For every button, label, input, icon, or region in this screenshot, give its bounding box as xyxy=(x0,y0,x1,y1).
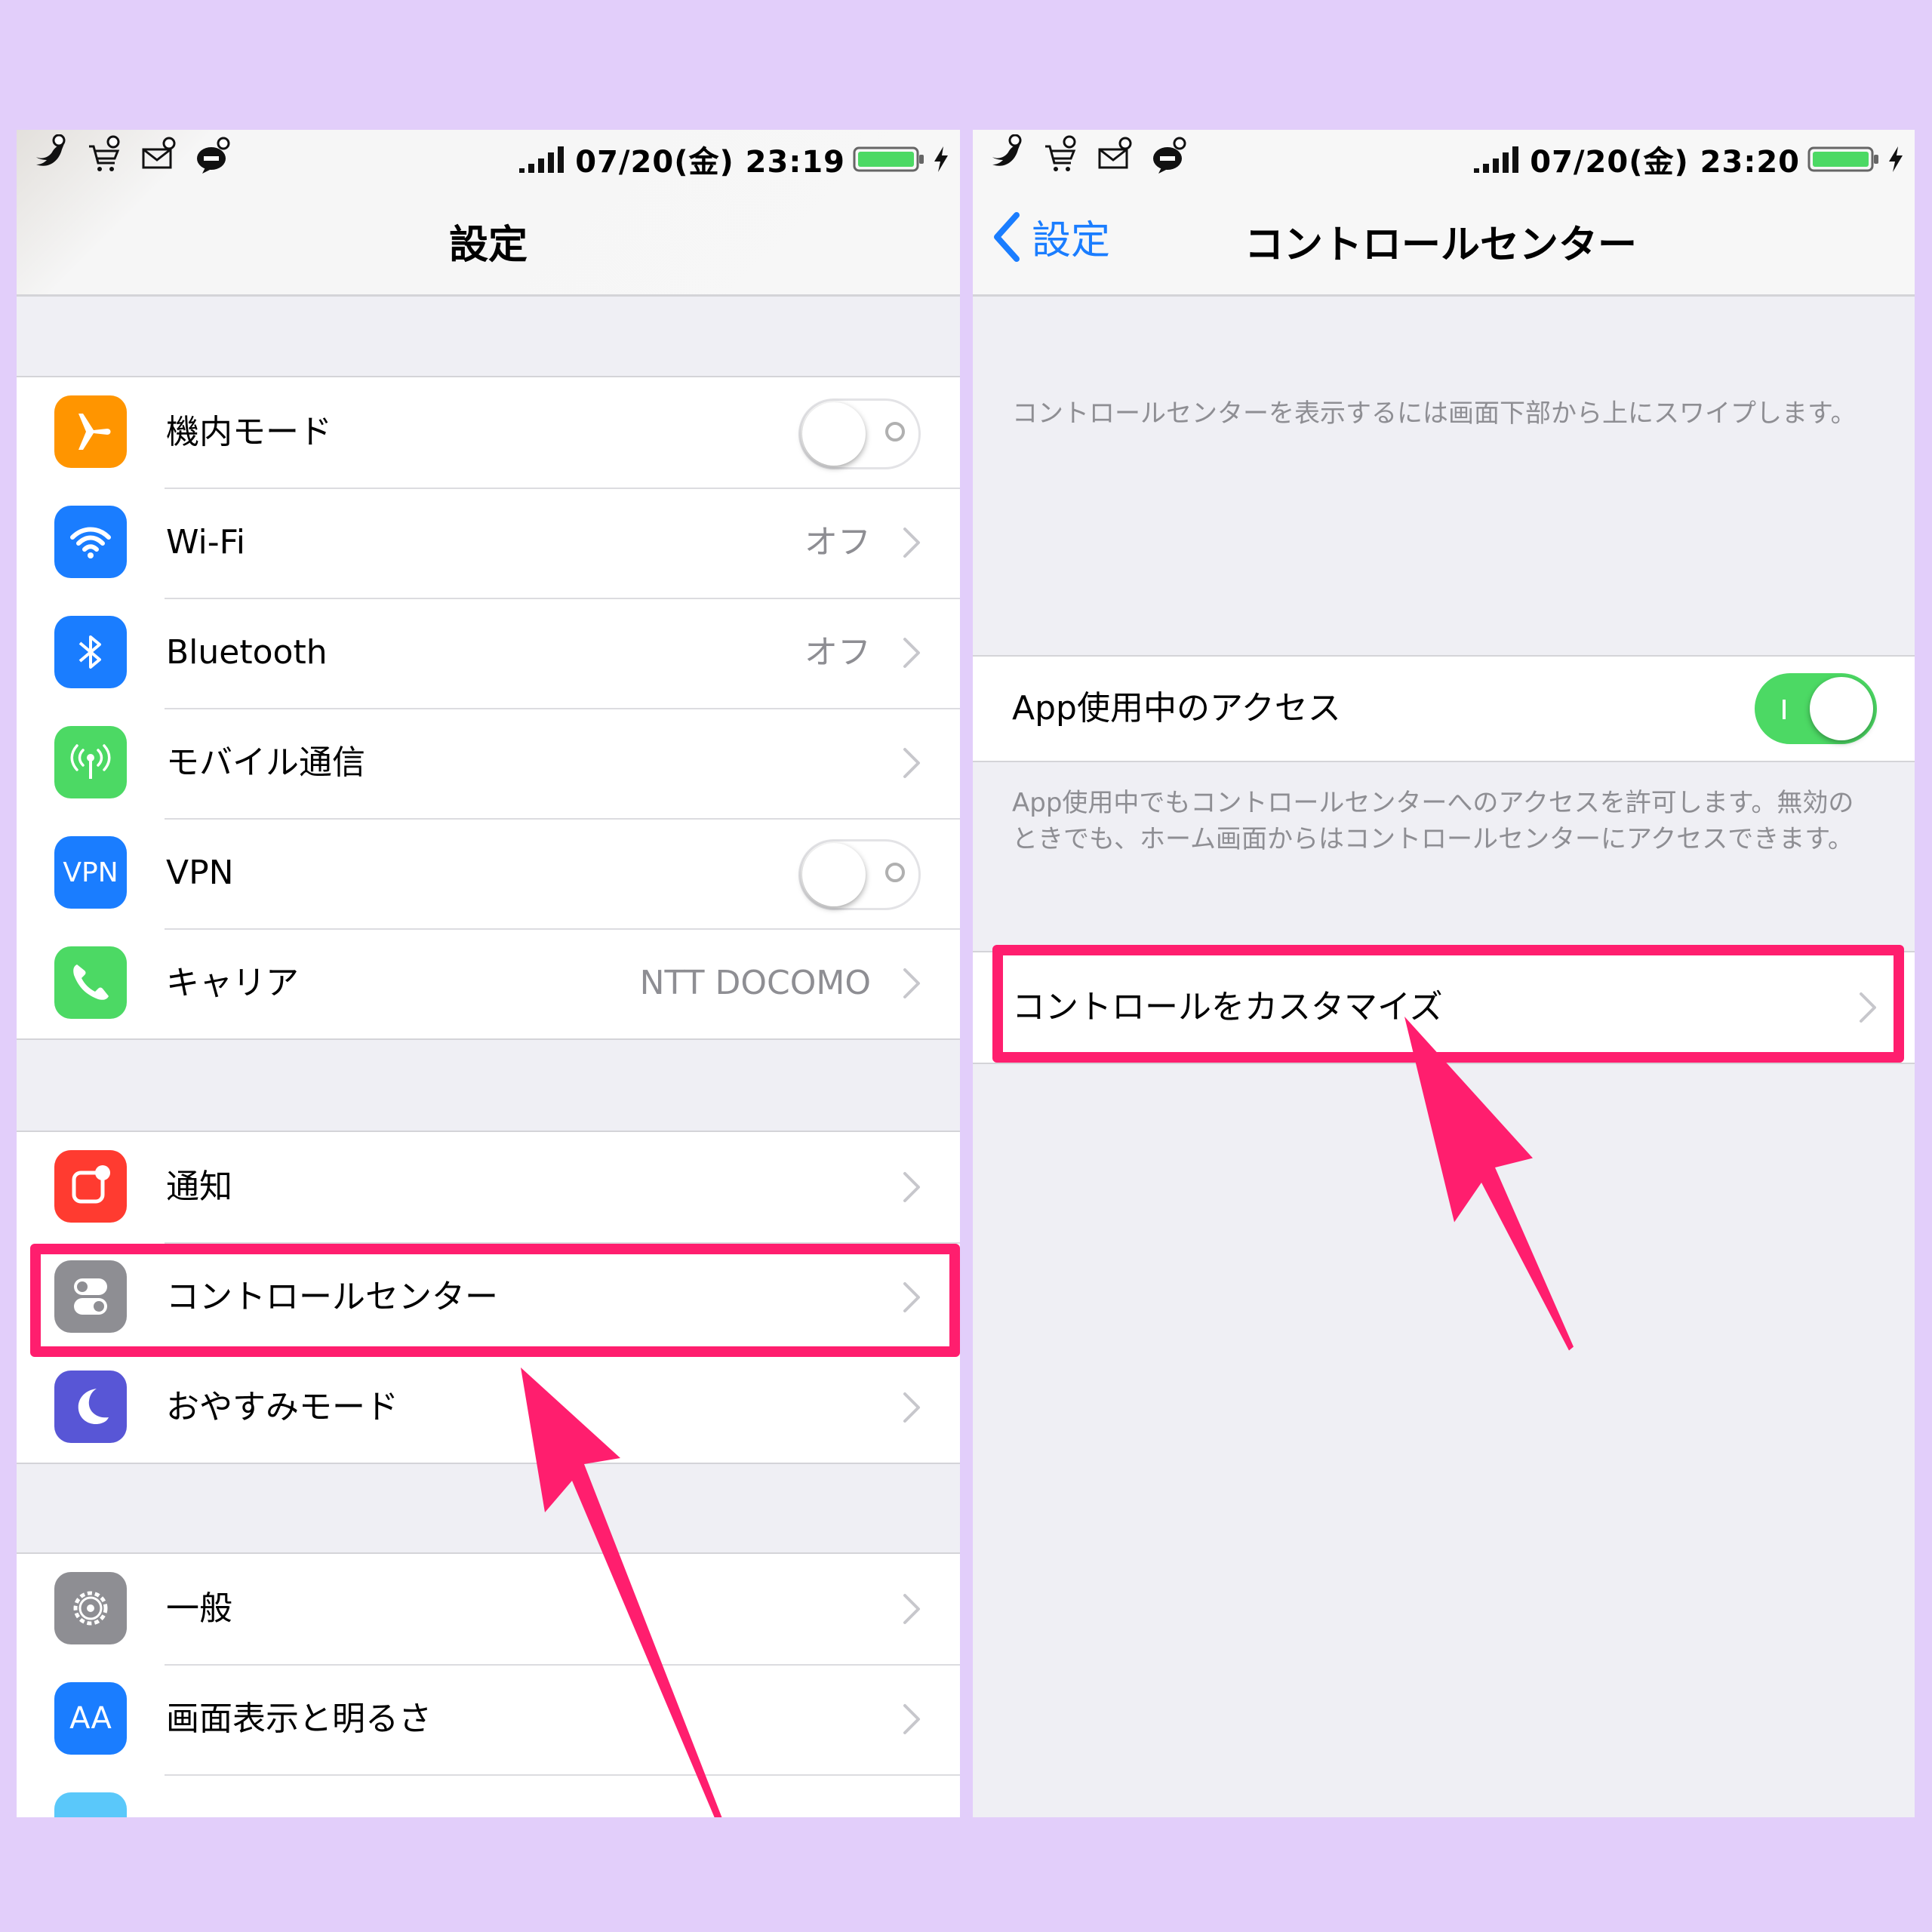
charging-icon xyxy=(1889,146,1903,172)
row-label: モバイル通信 xyxy=(166,743,365,782)
row-label: Wi-Fi xyxy=(166,523,245,561)
status-bar: 07/20(金) 23:20 xyxy=(973,130,1915,183)
cart-icon xyxy=(89,135,120,171)
twitter-icon xyxy=(36,134,66,166)
signal-icon xyxy=(1474,146,1519,173)
row-label: おやすみモード xyxy=(166,1388,398,1426)
chevron-right-icon xyxy=(903,637,921,669)
row-detail: オフ xyxy=(804,523,871,561)
row-label: キャリア xyxy=(166,964,299,1002)
clock: 07/20(金) 23:19 xyxy=(575,145,845,180)
battery-icon xyxy=(853,146,924,172)
page-title: コントロールセンター xyxy=(1244,223,1638,268)
chevron-right-icon xyxy=(903,1392,921,1423)
row-bluetooth[interactable]: Bluetooth オフ xyxy=(17,598,960,708)
row-wifi[interactable]: Wi-Fi オフ xyxy=(17,488,960,598)
row-notifications[interactable]: 通知 xyxy=(17,1132,960,1242)
status-bar: 07/20(金) 23:19 xyxy=(17,130,960,183)
row-vpn[interactable]: VPN VPN xyxy=(17,818,960,928)
back-label: 設定 xyxy=(1032,218,1111,263)
settings-group-connectivity: 機内モード Wi-Fi オフ Bluetooth オフ モバイル通信 VPN V… xyxy=(17,376,960,1040)
antenna-icon xyxy=(54,726,127,798)
phone-icon xyxy=(54,946,127,1019)
line-icon xyxy=(197,137,230,174)
row-do-not-disturb[interactable]: おやすみモード xyxy=(17,1352,960,1463)
navigation-bar: 07/20(金) 23:20 設定 コントロールセンター xyxy=(973,130,1915,297)
airplane-mode-toggle[interactable] xyxy=(798,398,921,469)
status-right: 07/20(金) 23:20 xyxy=(1472,137,1904,181)
row-airplane-mode[interactable]: 機内モード xyxy=(17,377,960,488)
row-detail: オフ xyxy=(804,633,871,672)
cart-icon xyxy=(1045,135,1076,171)
mail-icon xyxy=(142,137,176,169)
chevron-left-icon xyxy=(994,211,1020,262)
clock: 07/20(金) 23:20 xyxy=(1530,145,1800,180)
row-app-access[interactable]: App使用中のアクセス xyxy=(973,657,1915,761)
chevron-right-icon xyxy=(903,747,921,779)
moon-icon xyxy=(54,1371,127,1443)
control-center-screen: 07/20(金) 23:20 設定 コントロールセンター コントロールセンターを… xyxy=(973,130,1915,1817)
access-note: App使用中でもコントロールセンターへのアクセスを許可します。無効のときでも、ホ… xyxy=(1012,788,1854,854)
row-cellular[interactable]: モバイル通信 xyxy=(17,708,960,818)
row-label: 画面表示と明るさ xyxy=(166,1700,432,1738)
bluetooth-icon xyxy=(54,616,127,688)
gear-icon xyxy=(54,1572,127,1644)
row-label: 通知 xyxy=(166,1168,232,1206)
navigation-bar: 07/20(金) 23:19 設定 xyxy=(17,130,960,297)
row-detail: NTT DOCOMO xyxy=(639,964,871,1002)
highlight-box xyxy=(30,1244,960,1357)
signal-icon xyxy=(519,146,565,173)
notification-icons xyxy=(988,134,1187,177)
row-label: 機内モード xyxy=(166,413,332,451)
text-size-icon: AA xyxy=(54,1682,127,1755)
wallpaper-icon xyxy=(54,1792,127,1817)
pointer-arrow xyxy=(521,1367,722,1817)
row-label: 一般 xyxy=(166,1589,232,1628)
battery-icon xyxy=(1807,146,1878,172)
chevron-right-icon xyxy=(903,1171,921,1203)
row-carrier[interactable]: キャリア NTT DOCOMO xyxy=(17,928,960,1038)
chevron-right-icon xyxy=(903,1703,921,1735)
notification-icon xyxy=(54,1150,127,1223)
mail-icon xyxy=(1098,137,1132,169)
row-general[interactable]: 一般 xyxy=(17,1554,960,1664)
row-display-brightness[interactable]: AA 画面表示と明るさ xyxy=(17,1664,960,1774)
pointer-arrow xyxy=(1404,1017,1574,1351)
app-access-toggle[interactable] xyxy=(1755,673,1877,744)
twitter-icon xyxy=(992,134,1022,166)
back-button[interactable]: 設定 xyxy=(991,208,1110,265)
chevron-right-icon xyxy=(903,968,921,999)
charging-icon xyxy=(934,146,948,172)
row-label: App使用中のアクセス xyxy=(1012,689,1341,728)
notification-icons xyxy=(32,134,231,177)
wifi-icon xyxy=(54,506,127,578)
vpn-toggle[interactable] xyxy=(798,839,921,910)
settings-group-general: 一般 AA 画面表示と明るさ xyxy=(17,1552,960,1817)
chevron-right-icon xyxy=(903,1593,921,1625)
line-icon xyxy=(1153,137,1186,174)
settings-screen: 07/20(金) 23:19 設定 機内モード Wi-Fi オフ Bluetoo… xyxy=(17,130,960,1817)
row-label: Bluetooth xyxy=(166,633,328,672)
row-partial[interactable] xyxy=(17,1774,960,1817)
chevron-right-icon xyxy=(903,527,921,558)
status-right: 07/20(金) 23:19 xyxy=(518,137,949,181)
airplane-icon xyxy=(54,395,127,468)
intro-note: コントロールセンターを表示するには画面下部から上にスワイプします。 xyxy=(1012,398,1857,429)
access-group: App使用中のアクセス xyxy=(973,655,1915,762)
vpn-icon: VPN xyxy=(54,836,127,909)
page-title: 設定 xyxy=(448,223,528,268)
row-label: VPN xyxy=(166,854,234,892)
